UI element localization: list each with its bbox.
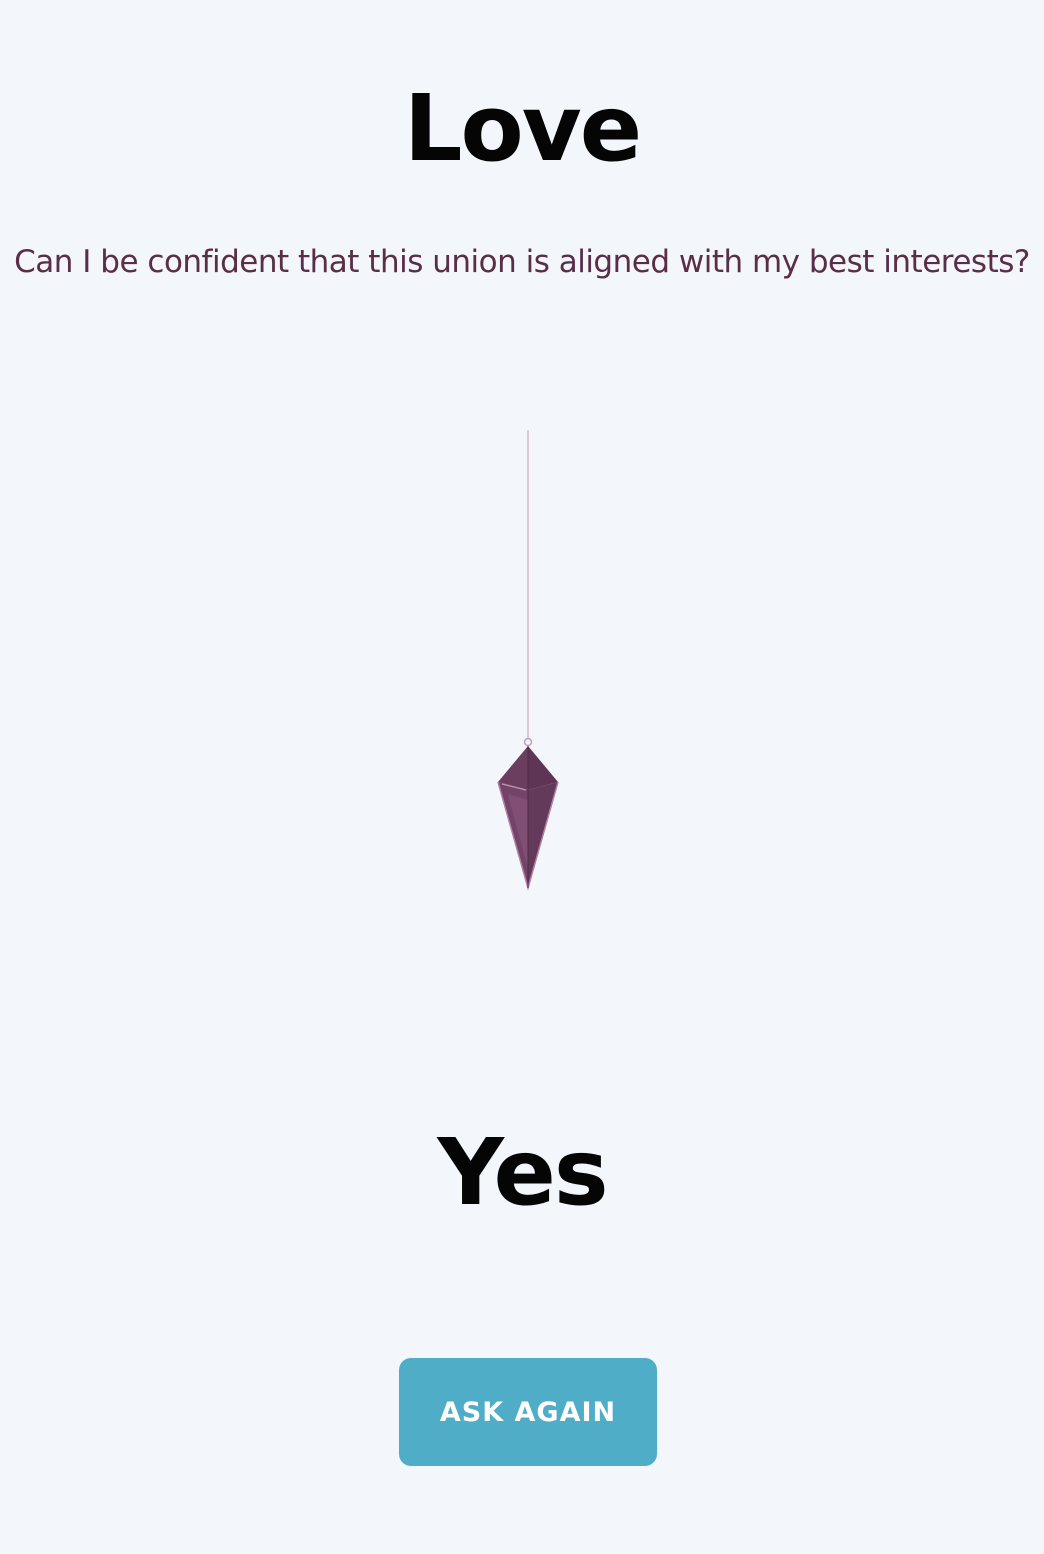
question-text: Can I be confident that this union is al…	[14, 244, 1030, 280]
answer-text: Yes	[437, 1119, 608, 1226]
ask-again-button[interactable]: ASK AGAIN	[399, 1358, 657, 1466]
pendulum-crystal-icon	[497, 430, 559, 891]
pendulum-screen: Love Can I be confident that this union …	[0, 0, 1044, 1554]
pendulum-ring	[523, 737, 533, 747]
crystal-facet	[508, 794, 528, 868]
page-title: Love	[403, 75, 642, 182]
